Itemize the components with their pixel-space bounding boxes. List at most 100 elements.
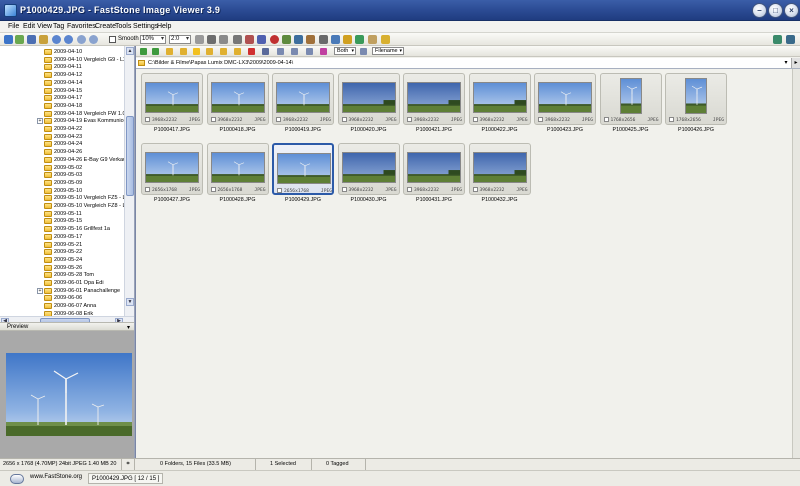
menu-file[interactable]: File — [8, 23, 19, 30]
new-folder-icon[interactable] — [180, 48, 187, 55]
next-icon[interactable] — [64, 35, 73, 44]
scroll-up-icon[interactable]: ▲ — [126, 47, 134, 55]
current-path[interactable]: C:\Bilder & Filme\Papas Lumix DMC-LX3\20… — [148, 60, 293, 66]
thumbnail-card[interactable]: 2656x1768 JPEG — [141, 143, 203, 195]
layout-icon[interactable] — [773, 35, 782, 44]
save-icon[interactable] — [27, 35, 36, 44]
favorite-icon[interactable] — [355, 35, 364, 44]
tree-vertical-scrollbar[interactable]: ▲ ▼ — [124, 46, 134, 316]
thumbnail-scrollbar[interactable] — [792, 69, 800, 458]
thumbnail-checkbox[interactable] — [669, 117, 674, 122]
chevron-down-icon[interactable]: ▾ — [782, 59, 790, 67]
email-icon[interactable] — [331, 35, 340, 44]
info-icon[interactable] — [368, 35, 377, 44]
thumbnail-item[interactable]: 3968x2232 JPEG P1000419.JPG — [272, 73, 334, 133]
app-icon[interactable] — [4, 4, 17, 17]
expand-icon[interactable]: + — [37, 118, 43, 125]
thumbnail-item[interactable]: 2656x1768 JPEG P1000429.JPG — [272, 143, 334, 203]
thumbnail-card[interactable]: 1768x2656 JPEG — [665, 73, 727, 125]
menu-tools[interactable]: Tools — [115, 23, 131, 30]
folder-tree[interactable]: 2009-04-10 2009-04-10 Vergleich G9 - LX3 2… — [0, 46, 124, 316]
previous-icon[interactable] — [52, 35, 61, 44]
path-bar[interactable]: C:\Bilder & Filme\Papas Lumix DMC-LX3\20… — [136, 58, 800, 69]
menu-tag[interactable]: Tag — [53, 23, 64, 30]
forward-icon[interactable] — [152, 48, 159, 55]
thumbnail-item[interactable]: 3968x2232 JPEG P1000423.JPG — [534, 73, 596, 133]
draw-icon[interactable] — [319, 35, 328, 44]
scroll-down-icon[interactable]: ▼ — [126, 298, 134, 306]
thumbnail-item[interactable]: 3968x2232 JPEG P1000418.JPG — [206, 73, 269, 133]
crop-icon[interactable] — [233, 35, 242, 44]
sort-icon[interactable] — [360, 48, 367, 55]
thumbnail-checkbox[interactable] — [407, 187, 412, 192]
thumbnail-card[interactable]: 3968x2232 JPEG — [337, 73, 400, 125]
thumbnail-item[interactable]: 1768x2656 JPEG P1000425.JPG — [599, 73, 662, 133]
thumbnail-checkbox[interactable] — [277, 188, 282, 193]
menu-help[interactable]: Help — [157, 23, 171, 30]
refresh-icon[interactable] — [262, 48, 269, 55]
thumbnail-checkbox[interactable] — [407, 117, 412, 122]
folder-up-icon[interactable] — [166, 48, 173, 55]
thumbnail-card[interactable]: 2656x1768 JPEG — [272, 143, 334, 195]
rotate-right-icon[interactable] — [257, 35, 266, 44]
bookmark-icon[interactable]: ▸ — [791, 58, 800, 68]
expand-icon[interactable]: + — [37, 287, 43, 294]
rotate-left-icon[interactable] — [245, 35, 254, 44]
thumbnail-checkbox[interactable] — [210, 187, 216, 192]
view-details-icon[interactable] — [306, 48, 313, 55]
thumbnail-card[interactable]: 3968x2232 JPEG — [403, 73, 465, 125]
thumbnail-item[interactable]: 3968x2232 JPEG P1000421.JPG — [403, 73, 465, 133]
title-bar[interactable]: P1000429.JPG - FastStone Image Viewer 3.… — [0, 0, 800, 21]
thumbnail-checkbox[interactable] — [341, 187, 347, 192]
thumbnail-checkbox[interactable] — [472, 117, 478, 122]
menu-edit[interactable]: Edit — [23, 23, 35, 30]
zoom-fit-icon[interactable]: ⌗ — [122, 459, 135, 470]
thumbnail-checkbox[interactable] — [210, 117, 216, 122]
hand-icon[interactable] — [195, 35, 204, 44]
expand-icon[interactable] — [786, 35, 795, 44]
menu-favorites[interactable]: Favorites — [67, 23, 96, 30]
paste-icon[interactable] — [234, 48, 241, 55]
zoom-select[interactable]: 10% — [140, 35, 166, 44]
thumbnail-item[interactable]: 3968x2232 JPEG P1000432.JPG — [468, 143, 531, 203]
resize-icon[interactable] — [282, 35, 291, 44]
minimize-button[interactable]: – — [752, 3, 767, 18]
thumbnail-card[interactable]: 3968x2232 JPEG — [206, 73, 269, 125]
thumbnail-card[interactable]: 3968x2232 JPEG — [468, 73, 531, 125]
wallpaper-icon[interactable] — [343, 35, 352, 44]
smooth-checkbox[interactable] — [109, 36, 116, 43]
menu-settings[interactable]: Settings — [133, 23, 158, 30]
folder-open-icon[interactable] — [4, 35, 13, 44]
website-link[interactable]: www.FastStone.org — [30, 474, 82, 480]
fullscreen-icon[interactable] — [207, 35, 216, 44]
thumbnail-card[interactable]: 3968x2232 JPEG — [337, 143, 400, 195]
thumbnail-checkbox[interactable] — [276, 117, 281, 122]
thumbnail-item[interactable]: 3968x2232 JPEG P1000422.JPG — [468, 73, 531, 133]
browse-icon[interactable] — [15, 35, 24, 44]
thumbnail-checkbox[interactable] — [341, 117, 347, 122]
thumbnail-checkbox[interactable] — [145, 187, 150, 192]
zoom-out-icon[interactable] — [89, 35, 98, 44]
ratio-select[interactable]: 2:0 — [169, 35, 191, 44]
thumbnail-item[interactable]: 3968x2232 JPEG P1000420.JPG — [337, 73, 400, 133]
thumbnail-item[interactable]: 3968x2232 JPEG P1000417.JPG — [141, 73, 203, 133]
thumbnail-item[interactable]: 1768x2656 JPEG P1000426.JPG — [665, 73, 727, 133]
pin-icon[interactable]: ▾ — [127, 324, 130, 331]
effects-icon[interactable] — [306, 35, 315, 44]
color-label-icon[interactable] — [320, 48, 327, 55]
thumbnail-checkbox[interactable] — [472, 187, 478, 192]
thumbnail-card[interactable]: 3968x2232 JPEG — [141, 73, 203, 125]
thumbnail-card[interactable]: 3968x2232 JPEG — [272, 73, 334, 125]
red-eye-icon[interactable] — [270, 35, 279, 44]
view-list-icon[interactable] — [291, 48, 298, 55]
maximize-button[interactable]: □ — [768, 3, 783, 18]
copy-to-folder-icon[interactable] — [206, 48, 213, 55]
thumbnail-card[interactable]: 3968x2232 JPEG — [534, 73, 596, 125]
star-icon[interactable] — [193, 48, 200, 55]
thumbnail-checkbox[interactable] — [538, 117, 543, 122]
menu-create[interactable]: Create — [95, 23, 116, 30]
move-to-folder-icon[interactable] — [220, 48, 227, 55]
close-button[interactable]: × — [784, 3, 799, 18]
thumbnail-card[interactable]: 2656x1768 JPEG — [206, 143, 269, 195]
thumbnail-card[interactable]: 1768x2656 JPEG — [599, 73, 662, 125]
